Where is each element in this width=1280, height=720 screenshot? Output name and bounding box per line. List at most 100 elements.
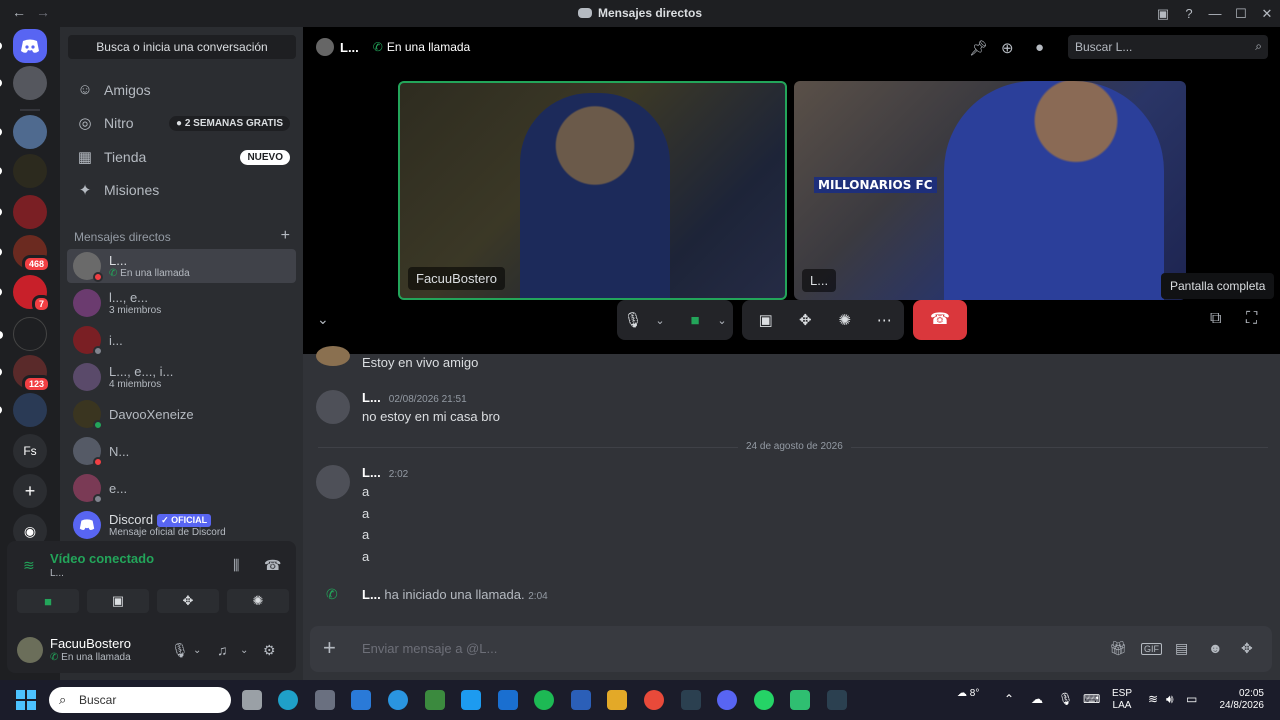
activities-button[interactable]: ✥ (157, 589, 219, 613)
message-avatar[interactable] (316, 465, 350, 499)
notepad-icon[interactable] (425, 690, 445, 710)
show-hidden-icons-chevron-icon[interactable]: ⌃ (1004, 692, 1014, 706)
camera-icon[interactable]: ■ (679, 312, 711, 329)
settings-gear-icon[interactable]: ⚙ (263, 642, 276, 659)
microphone-icon[interactable]: 🎙︎ (171, 642, 189, 659)
mic-options-chevron-icon[interactable]: ⌄ (649, 314, 671, 327)
user-name[interactable]: FacuuBostero (50, 636, 131, 651)
add-server-icon[interactable]: + (13, 474, 47, 508)
close-icon[interactable]: ✕ (1254, 6, 1280, 22)
onedrive-icon[interactable]: ☁ (1031, 692, 1043, 706)
fullscreen-icon[interactable]: ⛶ (1246, 310, 1257, 328)
language-indicator[interactable]: ESP LAA (1112, 688, 1132, 712)
user-profile-icon[interactable]: ● (1035, 39, 1044, 56)
dm-item[interactable]: N... (67, 434, 296, 468)
dm-item[interactable]: i... (67, 323, 296, 357)
add-friends-icon[interactable]: ⊕ (1001, 39, 1014, 57)
more-options-icon[interactable]: ⋯ (865, 311, 905, 329)
message-composer[interactable]: + Enviar mensaje a @L... 🎁︎ GIF ▤ ☻ ✥ (310, 626, 1272, 672)
dm-item[interactable]: e... (67, 471, 296, 505)
screen-share-button[interactable]: ▣ (87, 589, 149, 613)
nav-nitro[interactable]: ◎ Nitro ● 2 SEMANAS GRATIS (68, 107, 296, 139)
headphones-icon[interactable]: ♫ (217, 642, 228, 658)
terminal-icon[interactable] (681, 690, 701, 710)
chrome-icon[interactable] (644, 690, 664, 710)
dm-item[interactable]: l..., e... 3 miembros (67, 286, 296, 320)
nav-shop[interactable]: ▦ Tienda NUEVO (68, 141, 296, 173)
word-icon[interactable] (571, 690, 591, 710)
create-dm-icon[interactable]: + (281, 228, 290, 244)
collapse-chevron-icon[interactable]: ⌄ (317, 311, 329, 328)
screen-share-icon[interactable]: ▣ (746, 311, 786, 329)
server-6[interactable] (0, 317, 47, 351)
dm-item[interactable]: DavooXeneize (67, 397, 296, 431)
soundboard-icon[interactable]: ✺ (825, 311, 865, 329)
help-app-icon[interactable] (388, 690, 408, 710)
pinned-messages-icon[interactable]: 📌︎ (969, 39, 988, 57)
dev-app-icon[interactable] (827, 690, 847, 710)
dm-item[interactable]: L... ✆ En una llamada (67, 249, 296, 283)
sticker-icon[interactable]: ▤ (1175, 640, 1188, 657)
connection-signal-icon[interactable]: ≋ (23, 557, 35, 574)
volume-icon[interactable]: 🔊︎ (1166, 692, 1174, 707)
camera-button[interactable]: ■ (17, 589, 79, 613)
voice-status-title[interactable]: Vídeo conectado (50, 551, 154, 566)
pop-out-icon[interactable]: ⧉ (1210, 310, 1221, 328)
channel-search-input[interactable]: Buscar L... ⌕ (1068, 35, 1268, 59)
voice-channel-name[interactable]: L... (50, 568, 64, 579)
dm-item[interactable]: Discord ✓ OFICIAL Mensaje oficial de Disco… (67, 508, 296, 542)
file-explorer-icon[interactable] (607, 690, 627, 710)
wifi-icon[interactable]: ≋ (1148, 692, 1158, 706)
server-4[interactable]: 468 (0, 235, 51, 273)
minimize-icon[interactable]: — (1202, 6, 1228, 21)
video-tile-remote[interactable]: MILLONARIOS FC L... (794, 81, 1186, 300)
apps-icon[interactable]: ✥ (1241, 640, 1253, 657)
gif-icon[interactable]: GIF (1141, 643, 1162, 655)
nav-friends[interactable]: ☺ Amigos (68, 74, 296, 106)
server-2[interactable] (0, 154, 47, 188)
keyboard-tray-icon[interactable]: ⌨ (1083, 692, 1100, 706)
dm-item[interactable]: L..., e..., i... 4 miembros (67, 360, 296, 394)
noise-suppression-icon[interactable]: ⫼ (233, 557, 239, 574)
server-9[interactable]: Fs (13, 434, 47, 468)
disconnect-icon[interactable]: ☎ (264, 557, 281, 574)
windows-start-icon[interactable] (16, 690, 36, 710)
video-tile-self[interactable]: FacuuBostero (398, 81, 787, 300)
server-3[interactable] (0, 195, 47, 229)
help-icon[interactable]: ? (1176, 6, 1202, 21)
channel-name[interactable]: L... (340, 40, 359, 55)
camera-app-icon[interactable] (315, 690, 335, 710)
gift-icon[interactable]: 🎁︎ (1109, 640, 1127, 657)
server-0[interactable] (0, 66, 47, 100)
attach-plus-icon[interactable]: + (323, 635, 336, 661)
conversation-search[interactable]: Busca o inicia una conversación (68, 35, 296, 59)
mic-options-chevron-icon[interactable]: ⌄ (193, 645, 201, 656)
maximize-icon[interactable]: ☐ (1228, 6, 1254, 22)
server-8[interactable] (0, 393, 47, 427)
server-5[interactable]: 7 (0, 275, 51, 313)
message-author[interactable]: L... (362, 390, 381, 405)
server-7[interactable]: 123 (0, 355, 51, 393)
store-icon[interactable] (351, 690, 371, 710)
server-1[interactable] (0, 115, 47, 149)
nav-quests[interactable]: ✦ Misiones (68, 174, 296, 206)
edge-browser-icon[interactable] (278, 690, 298, 710)
weather-widget[interactable]: ☁ 8° (957, 688, 979, 699)
spotify-icon[interactable] (534, 690, 554, 710)
activities-icon[interactable]: ✥ (786, 311, 826, 329)
home-button[interactable] (0, 29, 47, 63)
taskbar-search[interactable]: ⌕ Buscar (49, 687, 231, 713)
emoji-icon[interactable]: ☻ (1208, 640, 1223, 656)
microphone-tray-icon[interactable]: 🎙︎ (1058, 692, 1073, 706)
taskbar-clock[interactable]: 02:05 24/8/2026 (1208, 688, 1265, 712)
inbox-icon[interactable]: ▣ (1150, 6, 1176, 22)
microphone-icon[interactable]: 🎙︎ (617, 311, 649, 329)
battery-icon[interactable]: ▭ (1186, 692, 1197, 706)
soundboard-button[interactable]: ✺ (227, 589, 289, 613)
outlook-icon[interactable] (498, 690, 518, 710)
hang-up-button[interactable]: ☎ (913, 300, 967, 340)
camera-options-chevron-icon[interactable]: ⌄ (711, 314, 733, 327)
audio-options-chevron-icon[interactable]: ⌄ (240, 645, 248, 656)
message-avatar[interactable] (316, 390, 350, 424)
user-avatar[interactable] (17, 637, 43, 663)
